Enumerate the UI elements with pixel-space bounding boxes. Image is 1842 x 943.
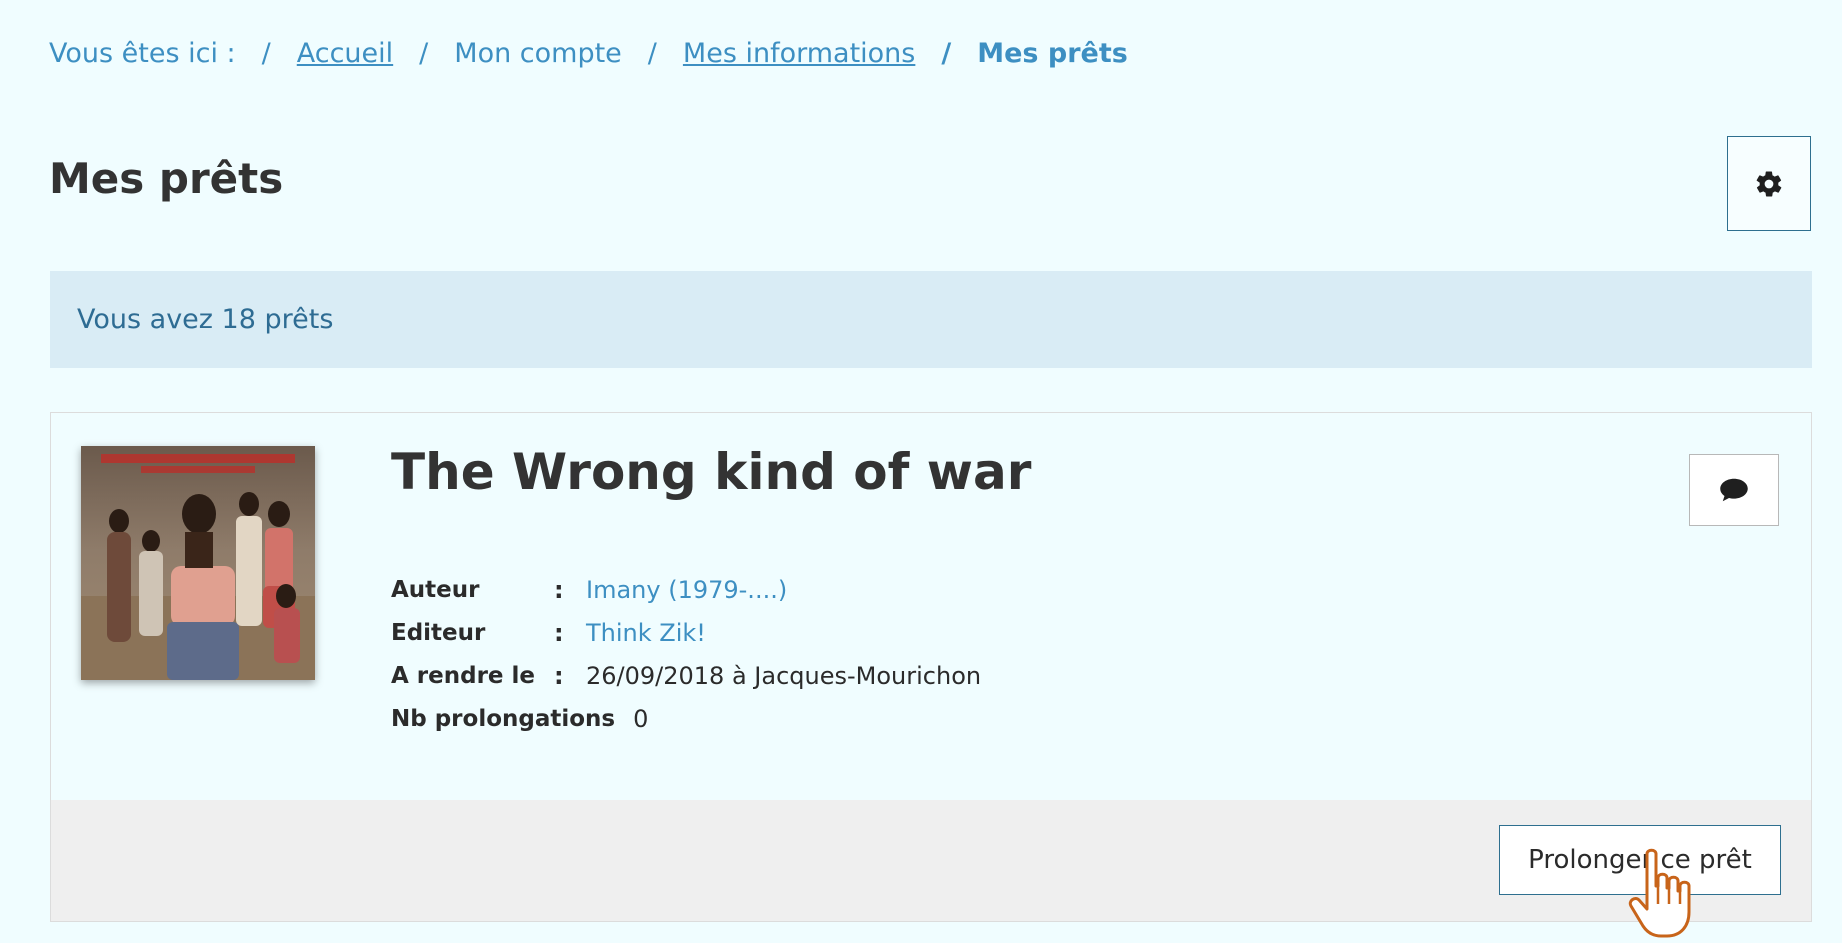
speech-bubble-icon (1720, 478, 1748, 502)
renewals-label: Nb prolongations (391, 705, 616, 732)
gear-icon (1756, 170, 1782, 197)
publisher-label: Editeur (391, 619, 486, 646)
colon: : (554, 618, 564, 647)
author-label: Auteur (391, 576, 480, 603)
renewals-row: Nb prolongations 0 (391, 697, 981, 740)
due-date-value: 26/09/2018 à Jacques-Mourichon (586, 661, 982, 690)
page-title: Mes prêts (49, 154, 284, 203)
breadcrumb-link-mes-informations[interactable]: Mes informations (683, 38, 915, 69)
breadcrumb-separator: / (647, 38, 657, 69)
breadcrumb-separator: / (419, 38, 429, 69)
author-link[interactable]: Imany (1979-....) (586, 576, 787, 604)
breadcrumb-separator: / (941, 38, 952, 69)
breadcrumb-link-accueil[interactable]: Accueil (297, 38, 393, 69)
loan-card-footer: Prolonger ce prêt (51, 800, 1811, 921)
album-cover-art (81, 446, 315, 680)
breadcrumb-prefix: Vous êtes ici : (49, 38, 236, 69)
loan-card: The Wrong kind of war Auteur : Imany (19… (50, 412, 1812, 922)
due-date-label: A rendre le (391, 662, 536, 689)
album-cover-image[interactable] (81, 446, 315, 680)
breadcrumb-item-mon-compte[interactable]: Mon compte (454, 38, 622, 69)
breadcrumb: Vous êtes ici : / Accueil / Mon compte /… (49, 38, 1128, 69)
author-row: Auteur : Imany (1979-....) (391, 568, 981, 611)
publisher-link[interactable]: Think Zik! (586, 619, 706, 647)
renewals-value: 0 (633, 704, 649, 733)
comment-button[interactable] (1689, 454, 1779, 526)
hand-pointer-cursor-icon (1628, 848, 1691, 938)
loan-title[interactable]: The Wrong kind of war (391, 443, 1031, 501)
due-date-row: A rendre le : 26/09/2018 à Jacques-Mouri… (391, 654, 981, 697)
publisher-row: Editeur : Think Zik! (391, 611, 981, 654)
colon: : (554, 661, 564, 690)
breadcrumb-separator: / (261, 38, 271, 69)
loan-count-text: Vous avez 18 prêts (77, 304, 334, 335)
breadcrumb-current: Mes prêts (977, 38, 1128, 69)
loan-count-banner: Vous avez 18 prêts (50, 271, 1812, 368)
colon: : (554, 575, 564, 604)
settings-button[interactable] (1727, 136, 1811, 231)
loan-details: Auteur : Imany (1979-....) Editeur : Thi… (391, 568, 981, 740)
